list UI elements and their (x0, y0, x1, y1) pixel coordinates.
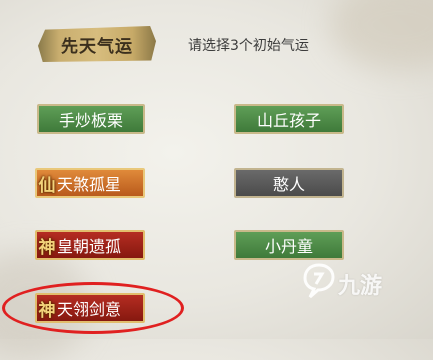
divine-rank-icon: 神 (38, 237, 56, 258)
fortune-label: 小丹童 (264, 237, 313, 256)
fortune-tag-xiaodantong[interactable]: 小丹童 (234, 230, 344, 260)
fortune-tag-huangchaoyigu[interactable]: 神 皇朝遗孤 (35, 230, 145, 260)
fortune-label: 山丘孩子 (256, 111, 321, 130)
fortune-label: 手炒板栗 (58, 111, 123, 130)
watermark: 九游 (302, 262, 402, 302)
fortune-tag-shouchaobanli[interactable]: 手炒板栗 (37, 104, 145, 134)
fortune-label: 皇朝遗孤 (57, 237, 122, 256)
section-title: 先天气运 (61, 36, 133, 57)
fortune-label: 天煞孤星 (57, 175, 122, 194)
selection-highlight-circle (2, 282, 184, 334)
watermark-text: 九游 (338, 274, 383, 299)
title-plate: 先天气运 (38, 26, 156, 62)
fortune-tag-hanren[interactable]: 憨人 (234, 168, 344, 198)
selection-instruction: 请选择3个初始气运 (188, 38, 309, 54)
jiuyou-logo-icon (303, 263, 335, 299)
fortune-tag-tianshaguxing[interactable]: 仙 天煞孤星 (35, 168, 145, 198)
fortune-label: 憨人 (272, 175, 305, 194)
fortune-tag-shanqiuhaizi[interactable]: 山丘孩子 (234, 104, 344, 134)
immortal-rank-icon: 仙 (38, 175, 56, 196)
